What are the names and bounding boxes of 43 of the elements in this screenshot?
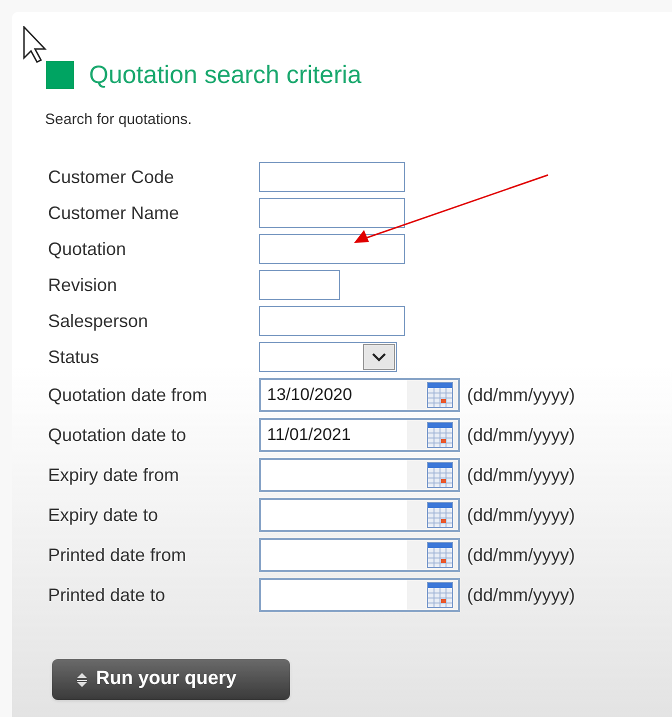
date-format-hint: (dd/mm/yyyy) bbox=[467, 584, 575, 607]
date-field[interactable] bbox=[259, 458, 460, 492]
date-field[interactable]: 11/01/2021 bbox=[259, 418, 460, 452]
text-field[interactable] bbox=[259, 234, 405, 264]
field-label: Salesperson bbox=[47, 310, 150, 333]
calendar-icon[interactable] bbox=[427, 542, 453, 568]
run-query-button[interactable]: Run your query bbox=[52, 659, 290, 700]
text-field[interactable] bbox=[259, 306, 405, 336]
calendar-icon[interactable] bbox=[427, 462, 453, 488]
header-square-icon bbox=[46, 61, 74, 89]
field-label: Expiry date to bbox=[47, 504, 160, 527]
date-format-hint: (dd/mm/yyyy) bbox=[467, 424, 575, 447]
calendar-icon[interactable] bbox=[427, 502, 453, 528]
date-format-hint: (dd/mm/yyyy) bbox=[467, 464, 575, 487]
field-label: Quotation date to bbox=[47, 424, 188, 446]
field-label: Quotation bbox=[47, 238, 128, 260]
up-down-arrows-icon bbox=[76, 672, 88, 688]
field-label: Customer Name bbox=[47, 202, 180, 224]
field-label: Expiry date from bbox=[47, 464, 180, 487]
date-format-hint: (dd/mm/yyyy) bbox=[467, 384, 575, 407]
section-description: Search for quotations. bbox=[45, 111, 193, 129]
calendar-icon[interactable] bbox=[427, 382, 453, 408]
field-label: Status bbox=[47, 346, 100, 368]
field-label: Printed date to bbox=[47, 584, 166, 606]
field-label: Printed date from bbox=[47, 544, 188, 566]
field-label: Customer Code bbox=[47, 166, 176, 188]
field-label: Revision bbox=[47, 274, 118, 296]
text-field[interactable] bbox=[259, 270, 340, 300]
date-format-hint: (dd/mm/yyyy) bbox=[467, 504, 575, 527]
date-field[interactable]: 13/10/2020 bbox=[259, 378, 460, 412]
field-label: Quotation date from bbox=[47, 384, 208, 406]
chevron-down-icon bbox=[372, 352, 386, 362]
date-field[interactable] bbox=[259, 538, 460, 572]
calendar-icon[interactable] bbox=[427, 422, 453, 448]
date-field[interactable] bbox=[259, 498, 460, 532]
date-format-hint: (dd/mm/yyyy) bbox=[467, 544, 575, 567]
text-field[interactable] bbox=[259, 198, 405, 228]
calendar-icon[interactable] bbox=[427, 582, 453, 608]
date-field[interactable] bbox=[259, 578, 460, 612]
section-title: Quotation search criteria bbox=[89, 60, 362, 91]
mouse-cursor-icon bbox=[23, 26, 49, 64]
text-field[interactable] bbox=[259, 162, 405, 192]
status-dropdown[interactable] bbox=[259, 342, 397, 372]
